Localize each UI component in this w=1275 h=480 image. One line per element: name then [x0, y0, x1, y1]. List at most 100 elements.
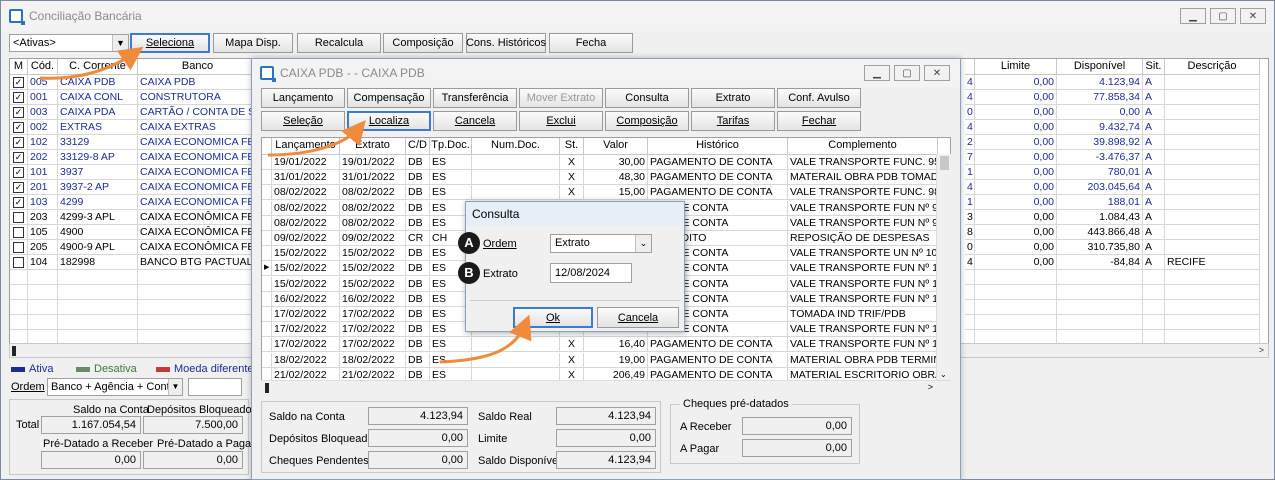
row-checkbox[interactable]: ✓ — [13, 166, 24, 178]
column-header[interactable]: Descrição — [1165, 59, 1260, 75]
row-checkbox-cell[interactable] — [10, 210, 28, 225]
row-checkbox[interactable]: ✓ — [13, 91, 24, 103]
row-checkbox[interactable] — [13, 256, 24, 268]
row-checkbox-cell[interactable] — [10, 240, 28, 255]
fechar-button[interactable]: Fechar — [777, 111, 861, 131]
ordem-search-input[interactable] — [188, 378, 242, 396]
cancela-button[interactable]: Cancela — [597, 307, 679, 328]
column-header[interactable]: Tp.Doc. — [430, 138, 472, 155]
column-header[interactable]: Valor — [584, 138, 648, 155]
main-title: Conciliação Bancária — [29, 9, 142, 23]
empty-cell — [1143, 300, 1165, 315]
chevron-right-icon[interactable]: > — [928, 381, 933, 394]
selecao-button[interactable]: Seleção — [261, 111, 345, 131]
cell-banco: CAIXA ECONOMICA FEDI — [138, 150, 258, 165]
column-header[interactable]: Limite — [975, 59, 1057, 75]
exclui-button[interactable]: Exclui — [519, 111, 603, 131]
empty-cell — [1165, 285, 1260, 300]
row-checkbox[interactable]: ✓ — [13, 136, 24, 148]
minimize-icon[interactable]: ▁ — [864, 65, 890, 81]
cell-descricao — [1165, 105, 1260, 120]
column-header[interactable]: Banco — [138, 59, 258, 75]
consulta-button[interactable]: Consulta — [605, 88, 689, 108]
mover-extrato-button[interactable]: Mover Extrato — [519, 88, 603, 108]
row-checkbox[interactable] — [13, 211, 24, 223]
row-checkbox[interactable]: ✓ — [13, 76, 24, 88]
row-checkbox-cell[interactable]: ✓ — [10, 105, 28, 120]
mapa-disp-button[interactable]: Mapa Disp. — [213, 33, 293, 53]
cell-partial: 4 — [965, 255, 975, 270]
empty-cell — [10, 270, 28, 285]
empty-cell — [138, 285, 258, 300]
seleciona-button[interactable]: Seleciona — [130, 33, 210, 53]
transferencia-button[interactable]: Transferência — [433, 88, 517, 108]
maximize-icon[interactable]: ▢ — [894, 65, 920, 81]
consulta-extrato-input[interactable]: 12/08/2024 — [550, 263, 632, 283]
row-checkbox-cell[interactable] — [10, 255, 28, 270]
extrato-button[interactable]: Extrato — [691, 88, 775, 108]
consulta-ordem-select[interactable]: Extrato ⌄ — [550, 234, 652, 253]
composicao-button[interactable]: Composição — [605, 111, 689, 131]
vertical-scrollbar[interactable]: ⌄ — [936, 154, 951, 380]
ordem-select[interactable]: Banco + Agência + Conta ▼ — [47, 378, 183, 396]
filter-select[interactable]: <Ativas> ▼ — [9, 34, 129, 52]
cell-sit: A — [1143, 150, 1165, 165]
compensacao-button[interactable]: Compensação — [347, 88, 431, 108]
minimize-icon[interactable]: ▁ — [1180, 8, 1206, 24]
cancela-button[interactable]: Cancela — [433, 111, 517, 131]
row-checkbox[interactable] — [13, 226, 24, 238]
column-header[interactable]: C. Corrente — [58, 59, 138, 75]
localiza-button[interactable]: Localiza — [347, 111, 431, 131]
maximize-icon[interactable]: ▢ — [1210, 8, 1236, 24]
close-icon[interactable]: ✕ — [1240, 8, 1266, 24]
column-header[interactable]: M — [10, 59, 28, 75]
row-checkbox-cell[interactable]: ✓ — [10, 120, 28, 135]
ok-button[interactable]: Ok — [513, 307, 593, 328]
empty-cell — [58, 270, 138, 285]
chevron-down-icon[interactable]: ⌄ — [940, 370, 947, 379]
lancamento-button[interactable]: Lançamento — [261, 88, 345, 108]
composicao-button[interactable]: Composição — [383, 33, 463, 53]
column-header[interactable]: C/D — [406, 138, 430, 155]
row-checkbox-cell[interactable]: ✓ — [10, 75, 28, 90]
row-checkbox-cell[interactable]: ✓ — [10, 90, 28, 105]
column-header[interactable]: Histórico — [648, 138, 788, 155]
column-header[interactable]: Lançamento — [272, 138, 340, 155]
column-header[interactable]: Cód. — [28, 59, 58, 75]
cell-valor: 30,00 — [584, 155, 648, 170]
row-checkbox-cell[interactable]: ✓ — [10, 195, 28, 210]
row-indicator — [262, 322, 272, 338]
cheques-pend-field: 0,00 — [368, 451, 468, 469]
column-header[interactable]: Extrato — [340, 138, 406, 155]
cons-historicos-button[interactable]: Cons. Históricos — [466, 33, 546, 53]
row-checkbox[interactable]: ✓ — [13, 196, 24, 208]
row-checkbox-cell[interactable]: ✓ — [10, 165, 28, 180]
tarifas-button[interactable]: Tarifas — [691, 111, 775, 131]
row-checkbox[interactable]: ✓ — [13, 151, 24, 163]
row-checkbox[interactable]: ✓ — [13, 121, 24, 133]
cell-complemento: VALE TRANSPORTE FUN Nº 99 VA — [788, 215, 938, 231]
fecha-button[interactable]: Fecha — [549, 33, 633, 53]
column-header[interactable]: Sit. — [1143, 59, 1165, 75]
caixa-title: CAIXA PDB - - CAIXA PDB — [280, 66, 425, 80]
chevron-right-icon[interactable]: > — [1259, 344, 1264, 357]
close-icon[interactable]: ✕ — [924, 65, 950, 81]
cell-limite: 0,00 — [975, 90, 1057, 105]
cell-cod: 202 — [28, 150, 58, 165]
row-checkbox-cell[interactable]: ✓ — [10, 135, 28, 150]
row-checkbox[interactable]: ✓ — [13, 181, 24, 193]
row-checkbox-cell[interactable] — [10, 225, 28, 240]
row-checkbox-cell[interactable]: ✓ — [10, 180, 28, 195]
cell-lancamento: 17/02/2022 — [272, 337, 340, 353]
conf-avulso-button[interactable]: Conf. Avulso — [777, 88, 861, 108]
cell-sit: A — [1143, 180, 1165, 195]
row-checkbox[interactable]: ✓ — [13, 106, 24, 118]
row-checkbox-cell[interactable]: ✓ — [10, 150, 28, 165]
column-header[interactable]: Complemento — [788, 138, 938, 155]
row-checkbox[interactable] — [13, 241, 24, 253]
caixa-horizontal-scrollbar[interactable]: > — [261, 380, 951, 395]
column-header[interactable]: Num.Doc. — [472, 138, 560, 155]
column-header[interactable]: St. — [560, 138, 584, 155]
recalcula-button[interactable]: Recalcula — [297, 33, 381, 53]
column-header[interactable]: Disponível — [1057, 59, 1143, 75]
